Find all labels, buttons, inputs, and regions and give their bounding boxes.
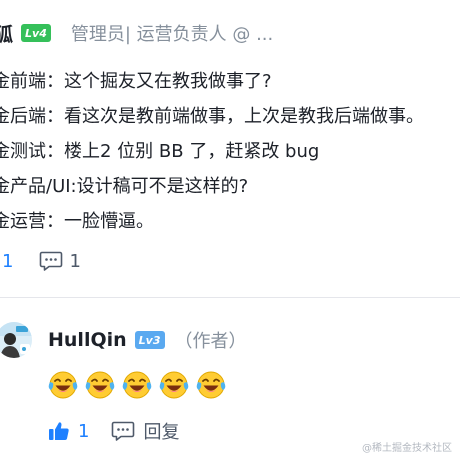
comment-line: 金产品/UI:设计稿可不是这样的? <box>0 176 249 197</box>
laughing-crying-emoji-icon <box>159 371 189 399</box>
laughing-crying-emoji-icon <box>196 371 226 399</box>
like-count[interactable]: 1 <box>78 421 89 442</box>
laughing-crying-emoji-icon <box>122 371 152 399</box>
reply-body <box>48 368 233 402</box>
comment-author-name[interactable]: 狐 <box>0 20 13 47</box>
comment-count[interactable]: 1 <box>69 251 80 272</box>
laughing-crying-emoji-icon <box>48 371 78 399</box>
comment-author-row: 狐 Lv4 管理员| 运营负责人 @ ... <box>0 18 273 48</box>
comment-actions: 1 1 <box>0 246 81 276</box>
reply-author-row: HullQin Lv3 （作者） <box>48 325 247 355</box>
comment-icon[interactable] <box>111 420 135 442</box>
comment-line: 金前端：这个掘友又在教我做事了? <box>0 71 272 92</box>
comment-body: 金前端：这个掘友又在教我做事了? 金后端：看这次是教前端做事，上次是教我后端做事… <box>0 64 460 239</box>
reply-actions: 1 回复 <box>48 416 179 446</box>
reply-author-name[interactable]: HullQin <box>48 329 127 351</box>
avatar-image <box>0 322 32 358</box>
comment-thread: 狐 Lv4 管理员| 运营负责人 @ ... 金前端：这个掘友又在教我做事了? … <box>0 0 460 460</box>
laughing-crying-emoji-icon <box>85 371 115 399</box>
thumb-up-icon[interactable] <box>48 420 70 442</box>
watermark: @稀土掘金技术社区 <box>362 443 452 454</box>
author-role: 管理员| 运营负责人 @ ... <box>70 24 274 45</box>
reply-button[interactable]: 回复 <box>143 418 179 444</box>
comment-line: 金后端：看这次是教前端做事，上次是教我后端做事。 <box>0 106 424 127</box>
author-tag: （作者） <box>174 331 247 352</box>
divider <box>0 297 460 298</box>
avatar[interactable] <box>0 322 32 358</box>
comment-line: 金测试：楼上2 位别 BB 了，赶紧改 bug <box>0 141 320 162</box>
comment-line: 金运营：一脸懵逼。 <box>0 211 154 232</box>
level-badge: Lv4 <box>21 24 51 42</box>
comment-icon[interactable] <box>39 250 63 272</box>
level-badge: Lv3 <box>134 331 165 349</box>
like-count[interactable]: 1 <box>2 251 13 272</box>
